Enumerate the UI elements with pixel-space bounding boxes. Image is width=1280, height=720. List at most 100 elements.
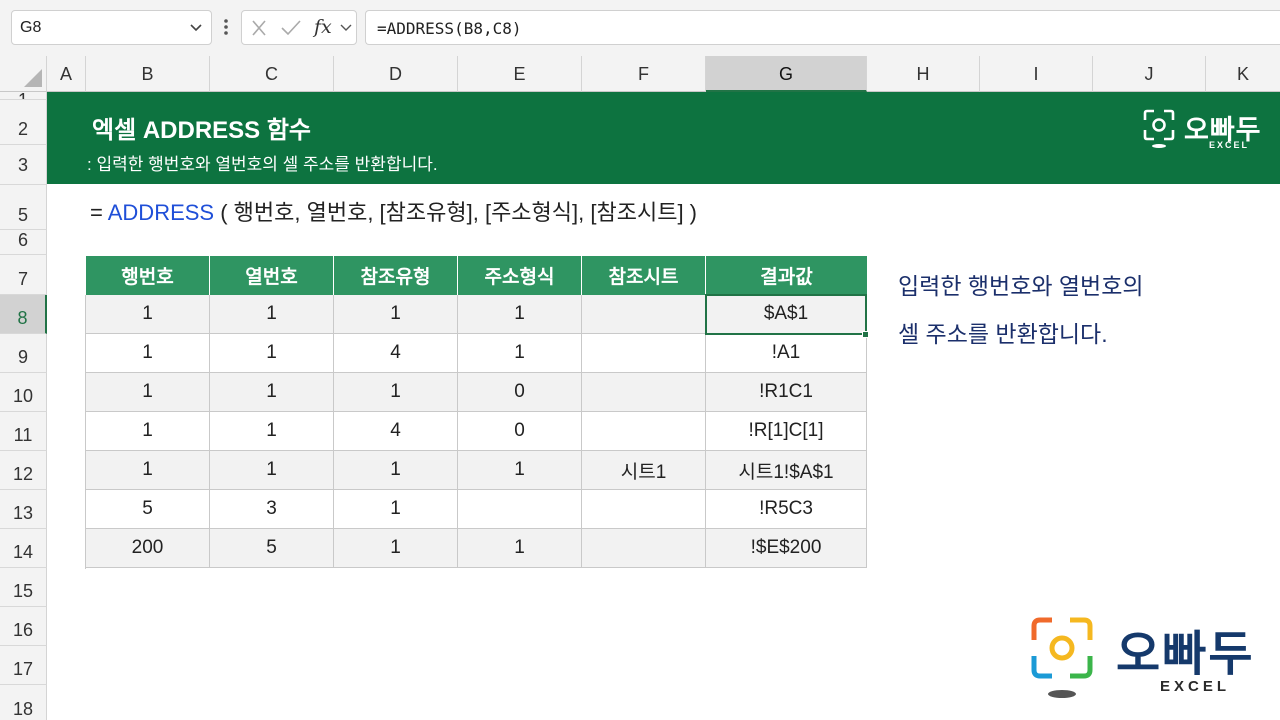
name-box-value: G8 xyxy=(20,19,42,36)
row-number: 5 xyxy=(17,205,28,225)
chevron-down-icon[interactable] xyxy=(189,18,203,38)
row-header-16[interactable]: 16 xyxy=(0,607,47,646)
table-left-border xyxy=(85,295,86,569)
column-header-j[interactable]: J xyxy=(1093,56,1206,92)
table-cell-reference-type[interactable]: 4 xyxy=(334,334,458,373)
table-cell-sheet-name[interactable] xyxy=(582,334,706,373)
table-cell-column-number[interactable]: 1 xyxy=(210,412,334,451)
table-cell-column-number[interactable]: 1 xyxy=(210,334,334,373)
table-cell-result[interactable]: !$E$200 xyxy=(706,529,867,568)
table-header-row-number[interactable]: 행번호 xyxy=(86,256,210,295)
row-header-8[interactable]: 8 xyxy=(0,295,47,334)
chevron-down-icon[interactable] xyxy=(339,18,353,38)
table-cell-sheet-name[interactable] xyxy=(582,412,706,451)
column-header-g[interactable]: G xyxy=(706,56,867,92)
table-cell-reference-type[interactable]: 1 xyxy=(334,295,458,334)
table-cell-column-number[interactable]: 1 xyxy=(210,451,334,490)
row-header-10[interactable]: 10 xyxy=(0,373,47,412)
table-cell-address-style[interactable] xyxy=(458,490,582,529)
syntax-function-name: ADDRESS xyxy=(107,200,215,225)
table-cell-column-number[interactable]: 1 xyxy=(210,295,334,334)
logo-subtext: EXCEL xyxy=(1209,140,1250,150)
table-cell-result[interactable]: !R[1]C[1] xyxy=(706,412,867,451)
table-header-sheet-name[interactable]: 참조시트 xyxy=(582,256,706,295)
row-header-17[interactable]: 17 xyxy=(0,646,47,685)
table-cell-result[interactable]: $A$1 xyxy=(706,295,867,334)
table-cell-sheet-name[interactable] xyxy=(582,529,706,568)
table-cell-reference-type[interactable]: 1 xyxy=(334,451,458,490)
row-header-13[interactable]: 13 xyxy=(0,490,47,529)
column-header-b[interactable]: B xyxy=(86,56,210,92)
table-cell-sheet-name[interactable] xyxy=(582,373,706,412)
table-cell-address-style[interactable]: 0 xyxy=(458,373,582,412)
formula-input[interactable]: =ADDRESS(B8,C8) xyxy=(365,10,1280,45)
formula-text: =ADDRESS(B8,C8) xyxy=(377,19,522,38)
table-cell-column-number[interactable]: 5 xyxy=(210,529,334,568)
table-cell-row-number[interactable]: 5 xyxy=(86,490,210,529)
row-header-9[interactable]: 9 xyxy=(0,334,47,373)
row-header-11[interactable]: 11 xyxy=(0,412,47,451)
table-cell-reference-type[interactable]: 1 xyxy=(334,490,458,529)
column-header-k[interactable]: K xyxy=(1206,56,1280,92)
table-cell-row-number[interactable]: 200 xyxy=(86,529,210,568)
table-cell-row-number[interactable]: 1 xyxy=(86,412,210,451)
select-all-icon xyxy=(24,69,42,87)
column-header-d[interactable]: D xyxy=(334,56,458,92)
more-options-icon[interactable] xyxy=(224,16,228,38)
table-cell-address-style[interactable]: 1 xyxy=(458,451,582,490)
description-note: 입력한 행번호와 열번호의 셀 주소를 반환합니다. xyxy=(898,262,1144,358)
table-cell-reference-type[interactable]: 1 xyxy=(334,529,458,568)
function-syntax: = ADDRESS ( 행번호, 열번호, [참조유형], [주소형식], [참… xyxy=(90,195,697,227)
fill-handle[interactable] xyxy=(862,331,869,338)
table-cell-sheet-name[interactable] xyxy=(582,490,706,529)
enter-check-icon[interactable] xyxy=(280,18,302,38)
row-header-6[interactable]: 6 xyxy=(0,230,47,255)
row-header-12[interactable]: 12 xyxy=(0,451,47,490)
row-header-15[interactable]: 15 xyxy=(0,568,47,607)
row-header-18[interactable]: 18 xyxy=(0,685,47,720)
table-cell-address-style[interactable]: 1 xyxy=(458,295,582,334)
row-header-5[interactable]: 5 xyxy=(0,185,47,230)
column-header-i[interactable]: I xyxy=(980,56,1093,92)
row-number: 1 xyxy=(0,92,46,99)
banner-subtitle: : 입력한 행번호와 열번호의 셀 주소를 반환합니다. xyxy=(87,155,438,174)
select-all-button[interactable] xyxy=(0,56,47,92)
column-header-f[interactable]: F xyxy=(582,56,706,92)
table-cell-result[interactable]: !R5C3 xyxy=(706,490,867,529)
column-header-c[interactable]: C xyxy=(210,56,334,92)
row-header-1[interactable]: 1 xyxy=(0,92,47,100)
column-header-e[interactable]: E xyxy=(458,56,582,92)
table-header-result[interactable]: 결과값 xyxy=(706,256,867,295)
column-header-h[interactable]: H xyxy=(867,56,980,92)
table-header-column-number[interactable]: 열번호 xyxy=(210,256,334,295)
table-cell-reference-type[interactable]: 4 xyxy=(334,412,458,451)
table-cell-address-style[interactable]: 1 xyxy=(458,529,582,568)
insert-function-button[interactable]: fx xyxy=(314,16,332,38)
table-cell-result[interactable]: !A1 xyxy=(706,334,867,373)
row-header-3[interactable]: 3 xyxy=(0,145,47,185)
watermark-text: 오빠두 xyxy=(1116,628,1255,681)
table-cell-row-number[interactable]: 1 xyxy=(86,334,210,373)
cancel-icon[interactable] xyxy=(250,18,268,38)
table-cell-column-number[interactable]: 3 xyxy=(210,490,334,529)
row-number: 9 xyxy=(17,347,28,367)
table-cell-row-number[interactable]: 1 xyxy=(86,373,210,412)
table-cell-reference-type[interactable]: 1 xyxy=(334,373,458,412)
row-header-2[interactable]: 2 xyxy=(0,100,47,145)
row-header-7[interactable]: 7 xyxy=(0,255,47,295)
table-cell-result[interactable]: 시트1!$A$1 xyxy=(706,451,867,490)
row-number: 11 xyxy=(13,425,33,445)
name-box[interactable]: G8 xyxy=(11,10,212,45)
row-header-14[interactable]: 14 xyxy=(0,529,47,568)
table-cell-column-number[interactable]: 1 xyxy=(210,373,334,412)
column-header-a[interactable]: A xyxy=(47,56,86,92)
table-cell-result[interactable]: !R1C1 xyxy=(706,373,867,412)
table-cell-address-style[interactable]: 1 xyxy=(458,334,582,373)
table-cell-row-number[interactable]: 1 xyxy=(86,295,210,334)
table-header-address-style[interactable]: 주소형식 xyxy=(458,256,582,295)
table-cell-address-style[interactable]: 0 xyxy=(458,412,582,451)
table-header-reference-type[interactable]: 참조유형 xyxy=(334,256,458,295)
table-cell-sheet-name[interactable] xyxy=(582,295,706,334)
table-cell-row-number[interactable]: 1 xyxy=(86,451,210,490)
table-cell-sheet-name[interactable]: 시트1 xyxy=(582,451,706,490)
